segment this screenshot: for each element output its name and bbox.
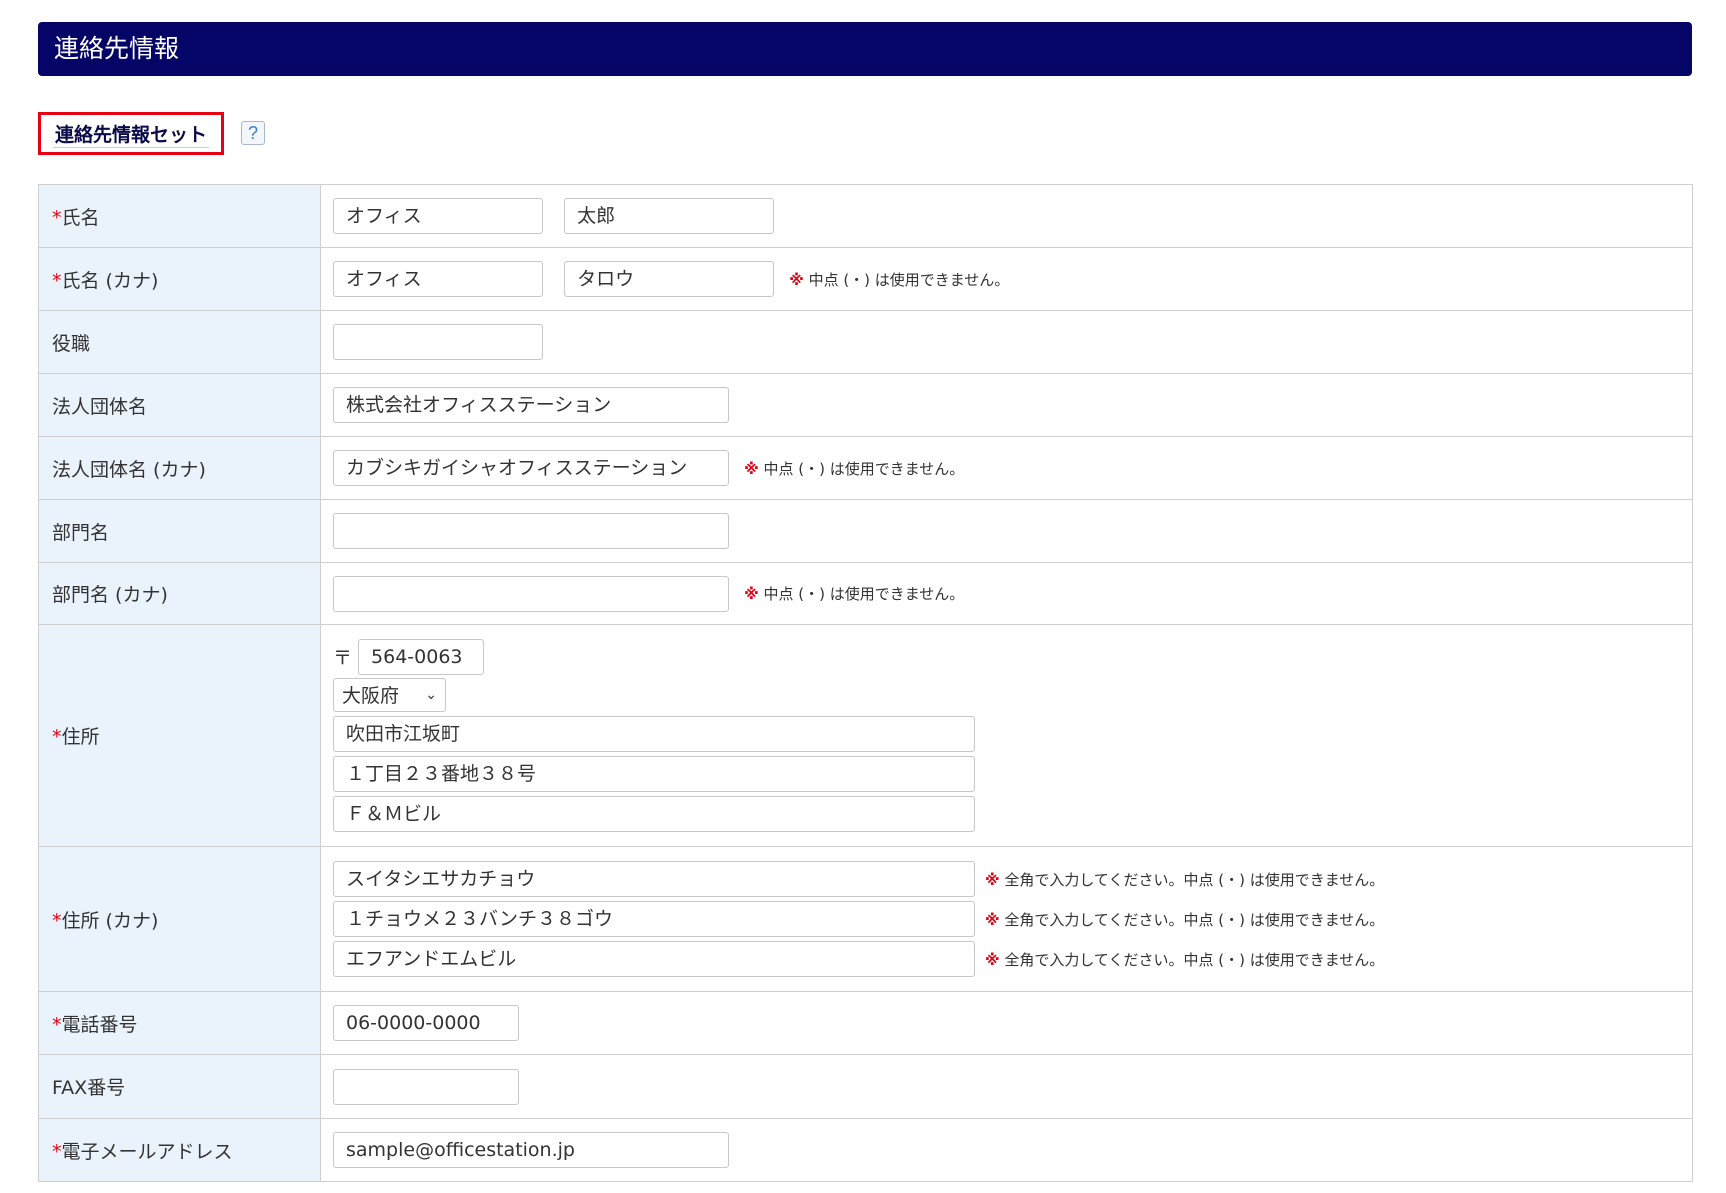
row-name-kana: *氏名 (カナ) オフィス タロウ ※ 中点 (・) は使用できません。 [38,247,1693,311]
label-address: *住所 [38,624,321,847]
label-company: 法人団体名 [38,373,321,437]
address-kana-line3-input[interactable]: エフアンドエムビル [333,941,975,977]
label-email: *電子メールアドレス [38,1118,321,1182]
contact-info-set-button[interactable]: 連絡先情報セット [38,112,224,155]
fax-input[interactable] [333,1068,519,1105]
contact-info-set-label: 連絡先情報セット [52,120,209,148]
dept-kana-note: ※ 中点 (・) は使用できません。 [744,585,965,603]
label-company-kana: 法人団体名 (カナ) [38,436,321,500]
company-kana-input[interactable]: カブシキガイシャオフィスステーション [333,450,729,486]
required-mark: * [52,206,62,229]
row-dept: 部門名 [38,499,1693,563]
chevron-down-icon: ⌄ [425,686,437,703]
address-kana-note-1: ※ 全角で入力してください。中点 (・) は使用できません。 [985,870,1385,889]
name-kana-note: ※ 中点 (・) は使用できません。 [789,270,1010,289]
section-title: 連絡先情報 [54,34,180,63]
dept-kana-input[interactable] [333,575,729,612]
contact-info-page: 連絡先情報 連絡先情報セット ? *氏名 オフィス 太郎 *氏名 (カナ) オフ… [0,0,1726,1193]
email-input[interactable]: sample@officestation.jp [333,1132,729,1168]
row-dept-kana: 部門名 (カナ) ※ 中点 (・) は使用できません。 [38,562,1693,625]
postal-code-input[interactable]: 564-0063 [358,638,485,675]
label-title: 役職 [38,310,321,374]
company-kana-note: ※ 中点 (・) は使用できません。 [744,459,965,478]
title-input[interactable] [333,324,543,360]
address-kana-note-2: ※ 全角で入力してください。中点 (・) は使用できません。 [985,910,1385,929]
address-kana-line1-input[interactable]: スイタシエサカチョウ [333,861,975,897]
dept-input[interactable] [333,513,729,549]
label-fax: FAX番号 [38,1054,321,1119]
label-phone: *電話番号 [38,991,321,1055]
address-line2-input[interactable]: １丁目２３番地３８号 [333,755,975,792]
prefecture-value: 大阪府 [342,685,400,707]
row-name: *氏名 オフィス 太郎 [38,184,1693,248]
row-fax: FAX番号 [38,1054,1693,1119]
label-name: *氏名 [38,184,321,248]
label-dept-kana: 部門名 (カナ) [38,562,321,625]
address-line3-input[interactable]: Ｆ＆Ｍビル [333,795,975,832]
section-header: 連絡先情報 [38,22,1692,76]
last-name-kana-input[interactable]: オフィス [333,261,543,297]
row-title: 役職 [38,310,1693,374]
row-company: 法人団体名 株式会社オフィスステーション [38,373,1693,437]
row-address-kana: *住所 (カナ) スイタシエサカチョウ ※ 全角で入力してください。中点 (・)… [38,846,1693,992]
address-line1-input[interactable]: 吹田市江坂町 [333,715,975,752]
label-address-kana: *住所 (カナ) [38,846,321,992]
row-address: *住所 〒 564-0063 大阪府 ⌄ 吹田市江坂町 １丁目２３番地３８号 Ｆ… [38,624,1693,847]
label-dept: 部門名 [38,499,321,563]
company-input[interactable]: 株式会社オフィスステーション [333,387,729,423]
label-name-kana: *氏名 (カナ) [38,247,321,311]
phone-input[interactable]: 06-0000-0000 [333,1005,519,1041]
address-kana-note-3: ※ 全角で入力してください。中点 (・) は使用できません。 [985,950,1385,969]
first-name-kana-input[interactable]: タロウ [564,261,775,297]
row-company-kana: 法人団体名 (カナ) カブシキガイシャオフィスステーション ※ 中点 (・) は… [38,436,1693,500]
help-icon[interactable]: ? [241,121,265,145]
row-email: *電子メールアドレス sample@officestation.jp [38,1118,1693,1182]
first-name-input[interactable]: 太郎 [564,198,775,234]
last-name-input[interactable]: オフィス [333,198,543,234]
address-kana-line2-input[interactable]: １チョウメ２３バンチ３８ゴウ [333,901,975,937]
row-phone: *電話番号 06-0000-0000 [38,991,1693,1055]
postal-mark: 〒 [333,647,353,669]
contact-form-table: *氏名 オフィス 太郎 *氏名 (カナ) オフィス タロウ ※ 中点 (・) は… [38,184,1693,1182]
prefecture-select[interactable]: 大阪府 ⌄ [333,677,446,712]
